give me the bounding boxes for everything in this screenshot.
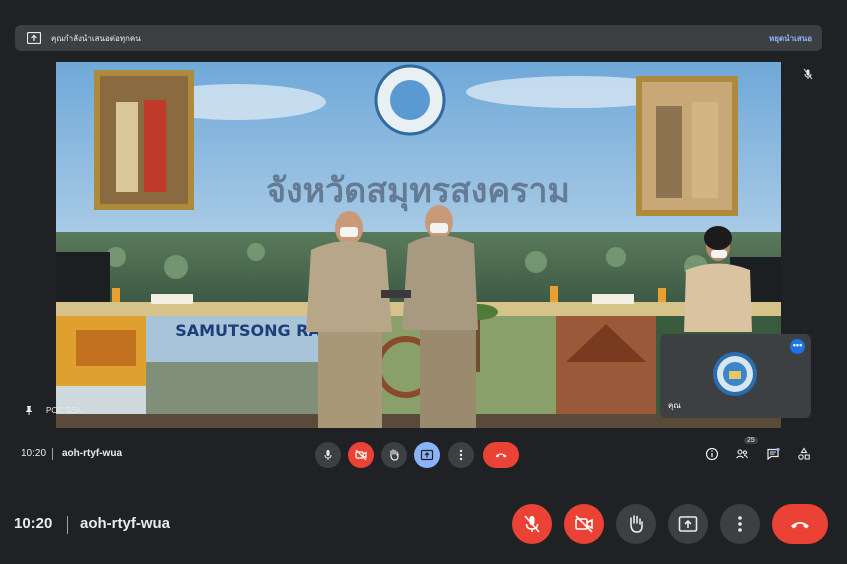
more-options-icon[interactable]: •••: [790, 339, 805, 354]
raise-hand-button[interactable]: [616, 504, 656, 544]
present-to-all-icon: [678, 516, 698, 532]
chat-icon: [767, 447, 780, 461]
meeting-code: aoh-rtyf-wua: [80, 515, 170, 532]
self-view-tile[interactable]: ••• คุณ: [660, 334, 811, 418]
mic-off-icon: [803, 68, 813, 80]
people-icon: [736, 449, 749, 459]
raise-hand-button[interactable]: [381, 442, 407, 468]
divider: [67, 516, 68, 534]
present-to-all-icon: [27, 32, 41, 44]
more-vert-icon: [738, 516, 742, 532]
mic-off-icon: [524, 515, 540, 533]
stop-presenting-button[interactable]: หยุดนำเสนอ: [769, 32, 812, 45]
meeting-code: aoh-rtyf-wua: [62, 448, 122, 459]
call-end-icon: [495, 453, 507, 458]
activities-button[interactable]: [796, 446, 812, 462]
shared-control-bar: 10:20 aoh-rtyf-wua: [0, 438, 847, 472]
people-button[interactable]: [734, 446, 750, 462]
meeting-control-bar: 10:20 aoh-rtyf-wua: [0, 500, 847, 548]
meeting-time: 10:20: [14, 515, 53, 532]
meeting-details-button[interactable]: [704, 446, 720, 462]
present-to-all-icon: [420, 449, 434, 461]
camera-off-button[interactable]: [564, 504, 604, 544]
videocam-off-icon: [575, 515, 593, 533]
mic-icon: [324, 450, 332, 460]
more-options-button[interactable]: [448, 442, 474, 468]
backdrop-title: จังหวัดสมุทรสงคราม: [266, 171, 570, 212]
participant-count-badge: 25: [744, 437, 758, 444]
raise-hand-icon: [630, 515, 643, 533]
divider: [52, 448, 53, 460]
end-call-button[interactable]: [772, 504, 828, 544]
meeting-time: 10:20: [21, 448, 47, 459]
self-name: คุณ: [668, 401, 681, 410]
raise-hand-icon: [390, 449, 399, 461]
mic-button[interactable]: [315, 442, 341, 468]
presenting-banner: คุณกำลังนำเสนอต่อทุกคน หยุดนำเสนอ: [15, 25, 822, 51]
presenter-tag: POC SSK: [24, 405, 82, 415]
end-call-button[interactable]: [483, 442, 519, 468]
call-end-icon: [791, 522, 809, 529]
info-icon: [705, 447, 719, 461]
activities-icon: [798, 447, 810, 460]
pin-icon[interactable]: [24, 405, 34, 415]
chat-button[interactable]: [765, 446, 781, 462]
present-button[interactable]: [668, 504, 708, 544]
more-options-button[interactable]: [720, 504, 760, 544]
videocam-off-icon: [355, 449, 367, 461]
avatar: [713, 352, 757, 396]
presenter-name: POC SSK: [46, 405, 82, 415]
mic-off-button[interactable]: [512, 504, 552, 544]
more-vert-icon: [459, 449, 463, 461]
presenting-message: คุณกำลังนำเสนอต่อทุกคน: [51, 33, 141, 43]
camera-off-button[interactable]: [348, 442, 374, 468]
present-button[interactable]: [414, 442, 440, 468]
